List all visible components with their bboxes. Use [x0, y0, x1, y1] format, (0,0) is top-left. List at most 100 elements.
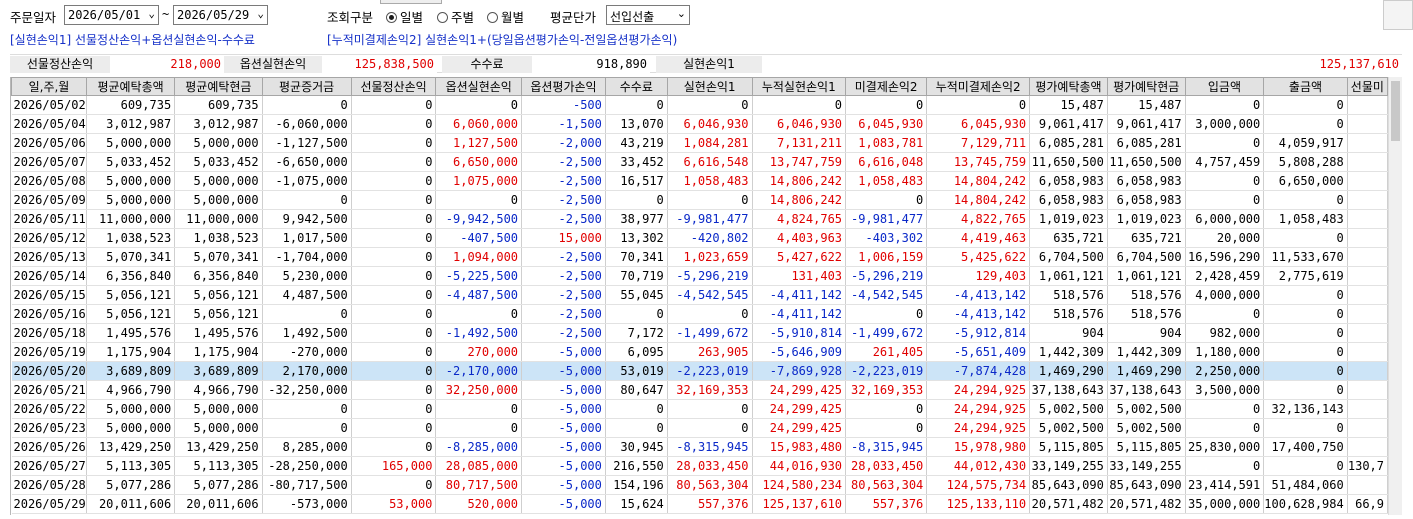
table-cell: -2,500 — [521, 285, 606, 305]
table-row[interactable]: 2026/05/23 5,000,000 5,000,000 0 0 0 -5,000 0 0 2… — [11, 418, 1388, 438]
table-cell: 14,804,242 — [926, 190, 1031, 210]
table-row[interactable]: 2026/05/13 5,070,341 5,070,341 -1,704,000 0 1… — [11, 247, 1388, 267]
futures-settle-label: 선물정산손익 — [10, 56, 110, 73]
radio-monthly[interactable]: 월별 — [487, 7, 524, 26]
radio-selected-icon[interactable] — [386, 12, 397, 23]
table-cell: -5,000 — [521, 456, 606, 476]
table-row[interactable]: 2026/05/08 5,000,000 5,000,000 -1,075,000 0 1… — [11, 171, 1388, 191]
table-row[interactable]: 2026/05/02 609,735 609,735 0 0 0 -500 0 0 0 0 0 15,4… — [11, 95, 1388, 115]
table-cell: 13,429,250 — [86, 437, 176, 457]
table-cell: 2,775,619 — [1263, 266, 1348, 286]
table-row[interactable]: 2026/05/29 20,011,606 20,011,606 -573,000 53… — [11, 494, 1388, 514]
chevron-down-icon[interactable]: ⌄ — [677, 7, 686, 20]
radio-unselected-icon[interactable] — [487, 12, 498, 23]
column-header[interactable]: 미결제손익2 — [845, 77, 928, 96]
table-cell — [1347, 247, 1388, 267]
table-row[interactable]: 2026/05/27 5,113,305 5,113,305 -28,250,000 1… — [11, 456, 1388, 476]
column-header[interactable]: 수수료 — [604, 77, 668, 96]
radio-weekly[interactable]: 주별 — [437, 7, 474, 26]
table-cell: 6,060,000 — [435, 114, 523, 134]
table-row[interactable]: 2026/05/21 4,966,790 4,966,790 -32,250,000 0… — [11, 380, 1388, 400]
table-row[interactable]: 2026/05/22 5,000,000 5,000,000 0 0 0 -5,000 0 0 2… — [11, 399, 1388, 419]
row-date-cell: 2026/05/20 — [11, 361, 87, 381]
column-header[interactable]: 옵션평가손익 — [521, 77, 606, 96]
scrollbar-thumb[interactable] — [1391, 81, 1400, 141]
column-header[interactable]: 평균예탁총액 — [85, 77, 176, 96]
table-cell: 0 — [667, 304, 753, 324]
hidden-toolbar-button[interactable] — [380, 0, 442, 4]
table-row[interactable]: 2026/05/28 5,077,286 5,077,286 -80,717,500 0… — [11, 475, 1388, 495]
table-cell: 0 — [667, 399, 753, 419]
table-row[interactable]: 2026/05/19 1,175,904 1,175,904 -270,000 0 270… — [11, 342, 1388, 362]
table-cell: -28,250,000 — [262, 456, 352, 476]
table-row[interactable]: 2026/05/18 1,495,576 1,495,576 1,492,500 0 -1… — [11, 323, 1388, 343]
table-cell: -2,000 — [521, 133, 606, 153]
table-row[interactable]: 2026/05/26 13,429,250 13,429,250 8,285,000 0… — [11, 437, 1388, 457]
table-cell: 0 — [262, 304, 352, 324]
table-cell: 0 — [1185, 399, 1265, 419]
table-row[interactable]: 2026/05/07 5,033,452 5,033,452 -6,650,000 0 6… — [11, 152, 1388, 172]
table-row[interactable]: 2026/05/16 5,056,121 5,056,121 0 0 0 -2,500 0 0-… — [11, 304, 1388, 324]
column-header[interactable]: 누적실현손익1 — [751, 77, 847, 96]
window-corner-button[interactable] — [1383, 0, 1413, 30]
table-cell: 9,061,417 — [1029, 114, 1108, 134]
table-cell: 0 — [845, 95, 928, 115]
row-date-cell: 2026/05/11 — [11, 209, 87, 229]
table-cell: 38,977 — [605, 209, 668, 229]
column-header[interactable]: 평균증거금 — [261, 77, 352, 96]
table-cell: 20,011,606 — [174, 494, 263, 514]
column-header[interactable]: 출금액 — [1263, 77, 1348, 96]
column-header[interactable]: 입금액 — [1184, 77, 1265, 96]
date-to-picker[interactable]: 2026/05/29 ⌄ — [173, 5, 268, 25]
table-row[interactable]: 2026/05/12 1,038,523 1,038,523 1,017,500 0 -4… — [11, 228, 1388, 248]
date-from-picker[interactable]: 2026/05/01 ⌄ — [64, 5, 159, 25]
table-cell: -1,704,000 — [262, 247, 352, 267]
table-cell: 15,624 — [605, 494, 668, 514]
row-date-cell: 2026/05/14 — [11, 266, 87, 286]
table-cell: -8,285,000 — [435, 437, 523, 457]
table-cell: -2,223,019 — [845, 361, 928, 381]
column-header[interactable]: 누적미결제손익2 — [926, 77, 1031, 96]
column-header[interactable]: 옵션실현손익 — [435, 77, 523, 96]
column-header[interactable]: 평균예탁현금 — [174, 77, 263, 96]
row-date-cell: 2026/05/13 — [11, 247, 87, 267]
table-cell: -270,000 — [262, 342, 352, 362]
table-cell: 5,033,452 — [174, 152, 263, 172]
table-cell: 37,138,643 — [1029, 380, 1108, 400]
table-row[interactable]: 2026/05/20 3,689,809 3,689,809 2,170,000 0 -2… — [11, 361, 1388, 381]
table-cell: 30,945 — [605, 437, 668, 457]
table-row[interactable]: 2026/05/04 3,012,987 3,012,987 -6,060,000 0 6… — [11, 114, 1388, 134]
chevron-down-icon[interactable]: ⌄ — [148, 7, 155, 20]
table-row[interactable]: 2026/05/15 5,056,121 5,056,121 4,487,500 0 -4… — [11, 285, 1388, 305]
table-cell: 0 — [1263, 456, 1348, 476]
column-header[interactable]: 선물미 — [1346, 77, 1388, 96]
column-header[interactable]: 실현손익1 — [666, 77, 753, 96]
option-realized-label: 옵션실현손익 — [224, 56, 322, 73]
chevron-down-icon[interactable]: ⌄ — [257, 7, 264, 20]
column-header[interactable]: 선물정산손익 — [350, 77, 437, 96]
column-header[interactable]: 평가예탁총액 — [1029, 77, 1108, 96]
table-cell: 25,830,000 — [1185, 437, 1265, 457]
table-cell: -5,000 — [521, 361, 606, 381]
table-row[interactable]: 2026/05/06 5,000,000 5,000,000 -1,127,500 0 1… — [11, 133, 1388, 153]
table-cell: 1,038,523 — [86, 228, 176, 248]
option-realized-value: 125,838,500 — [322, 56, 437, 73]
table-cell: 2,170,000 — [262, 361, 352, 381]
vertical-scrollbar[interactable] — [1388, 77, 1402, 515]
radio-unselected-icon[interactable] — [437, 12, 448, 23]
column-header[interactable]: 일,주,월 — [11, 77, 87, 96]
data-grid[interactable]: 일,주,월 평균예탁총액 평균예탁현금 평균증거금 선물정산손익 옵션실현손익 옵션평가손익… — [10, 77, 1388, 515]
table-cell — [1347, 323, 1388, 343]
column-header[interactable]: 평가예탁현금 — [1106, 77, 1186, 96]
avg-unit-select[interactable]: 선입선출 ⌄ — [606, 5, 690, 25]
table-row[interactable]: 2026/05/11 11,000,000 11,000,000 9,942,500 0… — [11, 209, 1388, 229]
table-cell: 15,983,480 — [752, 437, 847, 457]
table-cell: 609,735 — [86, 95, 176, 115]
table-cell: 5,002,500 — [1029, 399, 1108, 419]
table-row[interactable]: 2026/05/09 5,000,000 5,000,000 0 0 0 -2,500 0 0 1… — [11, 190, 1388, 210]
table-cell: 28,033,450 — [667, 456, 753, 476]
table-cell: 5,115,805 — [1029, 437, 1108, 457]
row-date-cell: 2026/05/06 — [11, 133, 87, 153]
table-row[interactable]: 2026/05/14 6,356,840 6,356,840 5,230,000 0 -5… — [11, 266, 1388, 286]
radio-daily[interactable]: 일별 — [386, 7, 423, 26]
